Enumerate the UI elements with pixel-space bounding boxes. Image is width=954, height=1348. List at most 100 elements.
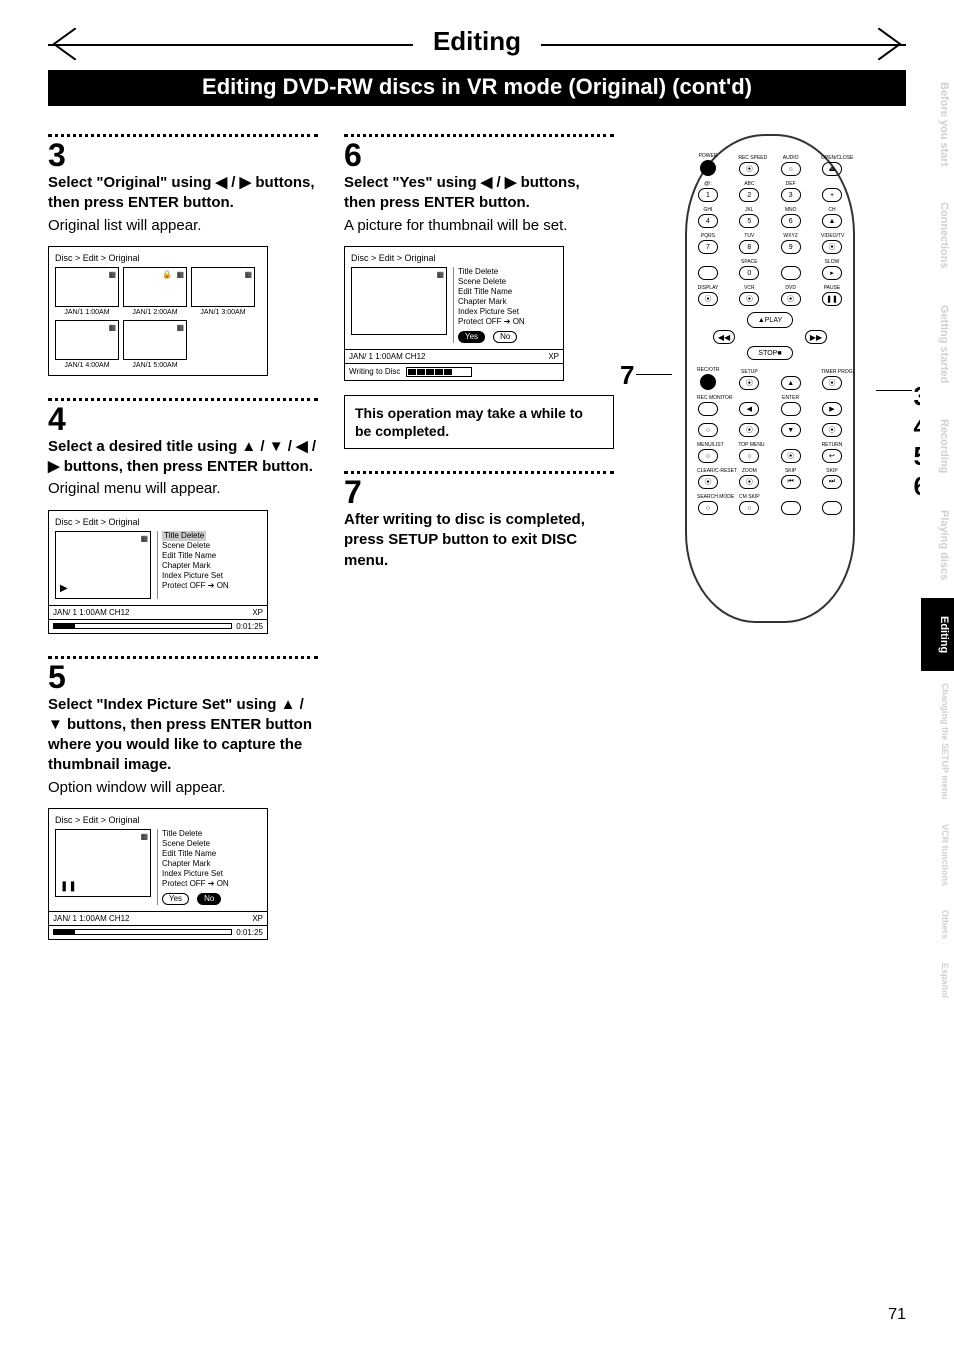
thumb-label: JAN/1 1:00AM: [55, 309, 119, 316]
remote-button-icon: 5: [739, 214, 759, 228]
remote-button: AUDIO○: [780, 156, 802, 176]
remote-button: ▶: [821, 401, 843, 416]
side-tab: Connections: [920, 184, 954, 287]
remote-button-icon: 1: [698, 188, 718, 202]
remote-button: TIMER PROG.⦿: [821, 370, 843, 390]
menu-list: Title Delete Scene Delete Edit Title Nam…: [453, 267, 557, 343]
remote-button-label: REC/OTR: [697, 368, 719, 373]
step-heading: Select a desired title using ▲ / ▼ / ◀ /…: [48, 437, 318, 478]
menu-list: Title Delete Scene Delete Edit Title Nam…: [157, 531, 261, 599]
step-divider: [48, 398, 318, 401]
side-tab: Changing the SETUP menu: [920, 671, 954, 811]
preview-box: ▦❚❚: [55, 829, 151, 897]
remote-button-label: DEF: [780, 182, 802, 187]
thumb-icon: ▦: [140, 534, 148, 543]
side-tab: Recording: [920, 401, 954, 491]
remote-button: REC/OTR: [697, 368, 719, 390]
yes-no-row: Yes No: [458, 331, 557, 343]
remote-button-label: OPEN/CLOSE: [821, 156, 843, 161]
remote-button-label: JKL: [738, 208, 760, 213]
menu-item: Scene Delete: [162, 839, 261, 849]
remote-button: MENU/LIST○: [697, 443, 719, 463]
menu-item: Chapter Mark: [162, 859, 261, 869]
step-heading-part-a: Select a desired title using: [48, 438, 241, 455]
remote-button: REC SPEED⦿: [738, 156, 760, 176]
elapsed-time: 0:01:25: [236, 928, 263, 937]
step-heading-part-b: buttons, then press ENTER button.: [64, 458, 313, 475]
remote-button-icon: 9: [781, 240, 801, 254]
thumb-label: JAN/1 4:00AM: [55, 362, 119, 369]
remote-button: ZOOM⦿: [738, 469, 760, 489]
side-tab: Editing: [920, 598, 954, 671]
remote-button: SEARCH MODE○: [697, 495, 719, 515]
step-heading: Select "Index Picture Set" using ▲ / ▼ b…: [48, 695, 318, 776]
remote-button-label: SLOW: [821, 260, 843, 265]
remote-button-icon: 3: [781, 188, 801, 202]
menu-item: Scene Delete: [162, 541, 261, 551]
status-left: JAN/ 1 1:00AM CH12: [53, 608, 129, 617]
remote-ff-button: ▶▶: [805, 330, 827, 344]
thumbnail-item: ▦JAN/1 5:00AM: [123, 320, 187, 369]
left-arrow-icon: ◀: [481, 174, 493, 191]
remote-row: PQRS7TUV8WXYZ9VIDEO/TV⦿: [697, 234, 843, 254]
remote-body: POWERREC SPEED⦿AUDIO○OPEN/CLOSE⏏@!:1ABC2…: [685, 134, 855, 623]
side-tab: Others: [920, 898, 954, 951]
remote-button-icon: ⦿: [739, 423, 759, 437]
remote-button: MNO6: [780, 208, 802, 228]
remote-row: @!:1ABC2DEF3+: [697, 182, 843, 202]
elapsed-time: 0:01:25: [236, 622, 263, 631]
step-divider: [48, 134, 318, 137]
timebar: 0:01:25: [49, 619, 267, 633]
remote-button-icon: ○: [739, 501, 759, 515]
onscreen-writing: Disc > Edit > Original ▦ Title Delete Sc…: [344, 246, 564, 381]
remote-button-icon: +: [822, 188, 842, 202]
remote-button-icon: ▶: [822, 402, 842, 416]
remote-button-icon: ⦿: [822, 423, 842, 437]
yes-no-row: Yes No: [162, 893, 261, 905]
remote-button-label: TIMER PROG.: [821, 370, 843, 375]
remote-button: SKIP⏭: [821, 469, 843, 489]
step-divider: [344, 471, 614, 474]
remote-button-icon: ○: [698, 501, 718, 515]
step-heading: Select "Yes" using ◀ / ▶ buttons, then p…: [344, 173, 614, 214]
remote-button-icon: ⦿: [698, 475, 718, 489]
remote-rew-button: ◀◀: [713, 330, 735, 344]
down-arrow-icon: ▼: [269, 438, 284, 455]
left-arrow-icon: ◀: [296, 438, 308, 455]
remote-button: [780, 265, 802, 280]
status-row: JAN/ 1 1:00AM CH12 XP: [49, 911, 267, 925]
thumbnail-item: ▦JAN/1 4:00AM: [55, 320, 119, 369]
remote-button-icon: ▼: [781, 423, 801, 437]
side-tab: Español: [920, 951, 954, 1010]
title-left-chevron-icon: [48, 28, 76, 60]
menu-item: Edit Title Name: [162, 849, 261, 859]
remote-button-label: ENTER: [780, 396, 802, 401]
onscreen-index-picture: Disc > Edit > Original ▦❚❚ Title Delete …: [48, 808, 268, 940]
remote-button-label: DVD: [780, 286, 802, 291]
remote-button-icon: [781, 402, 801, 416]
remote-button: DISPLAY⦿: [697, 286, 719, 306]
lock-icon: 🔒: [162, 270, 172, 279]
remote-button-label: ZOOM: [738, 469, 760, 474]
remote-button-label: AUDIO: [780, 156, 802, 161]
remote-button-icon: [698, 266, 718, 280]
remote-button-icon: [698, 402, 718, 416]
step-5: 5 Select "Index Picture Set" using ▲ / ▼…: [48, 656, 318, 940]
step-number: 6: [344, 139, 614, 171]
column-middle: 6 Select "Yes" using ◀ / ▶ buttons, then…: [344, 134, 614, 962]
thumb-icon: ▦: [436, 270, 444, 279]
remote-row: SPACE0SLOW▸: [697, 260, 843, 280]
remote-button: CM SKIP○: [738, 495, 760, 515]
remote-button-label: POWER: [697, 154, 719, 159]
remote-button-icon: ↩: [822, 449, 842, 463]
remote-row: SEARCH MODE○CM SKIP○: [697, 495, 843, 515]
remote-button-label: CM SKIP: [738, 495, 760, 500]
thumb-icon: ▦: [244, 270, 252, 279]
thumb-icon: ▦: [176, 270, 184, 279]
remote-button-label: MENU/LIST: [697, 443, 719, 448]
onscreen-original-list: Disc > Edit > Original ▦JAN/1 1:00AM 🔒▦J…: [48, 246, 268, 376]
remote-button: ENTER: [780, 396, 802, 416]
menu-list: Title Delete Scene Delete Edit Title Nam…: [157, 829, 261, 905]
remote-button: DEF3: [780, 182, 802, 202]
operation-note: This operation may take a while to be co…: [344, 395, 614, 449]
